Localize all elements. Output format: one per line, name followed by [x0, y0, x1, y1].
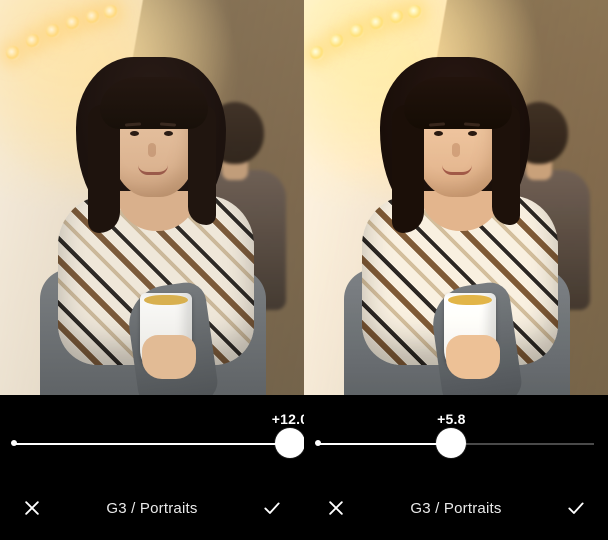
controls-left: +12.0 G3 / Portraits	[0, 395, 304, 540]
intensity-slider[interactable]: +5.8	[318, 413, 594, 457]
slider-handle[interactable]	[436, 428, 466, 458]
scene-subject	[326, 35, 566, 395]
slider-track-empty	[451, 443, 594, 445]
close-icon	[22, 498, 42, 518]
comparison-stage: +12.0 G3 / Portraits	[0, 0, 608, 540]
photo-preview[interactable]	[304, 0, 608, 395]
confirm-button[interactable]	[562, 494, 590, 522]
controls-right: +5.8 G3 / Portraits	[304, 395, 608, 540]
slider-zero-marker	[11, 440, 17, 446]
check-icon	[262, 498, 282, 518]
scene-subject	[22, 35, 262, 395]
action-bar: G3 / Portraits	[304, 494, 608, 522]
slider-value-label: +12.0	[272, 411, 308, 427]
slider-track-filled	[318, 443, 451, 445]
intensity-slider[interactable]: +12.0	[14, 413, 290, 457]
slider-track-filled	[14, 443, 290, 445]
close-icon	[326, 498, 346, 518]
preset-name-label[interactable]: G3 / Portraits	[350, 500, 562, 517]
editor-panel-right: +5.8 G3 / Portraits	[304, 0, 608, 540]
slider-track	[14, 443, 290, 445]
photo-preview[interactable]	[0, 0, 304, 395]
preset-name-label[interactable]: G3 / Portraits	[46, 500, 258, 517]
slider-value-label: +5.8	[437, 411, 465, 427]
confirm-button[interactable]	[258, 494, 286, 522]
cancel-button[interactable]	[18, 494, 46, 522]
action-bar: G3 / Portraits	[0, 494, 304, 522]
cancel-button[interactable]	[322, 494, 350, 522]
slider-zero-marker	[315, 440, 321, 446]
check-icon	[566, 498, 586, 518]
slider-handle[interactable]	[275, 428, 305, 458]
editor-panel-left: +12.0 G3 / Portraits	[0, 0, 304, 540]
